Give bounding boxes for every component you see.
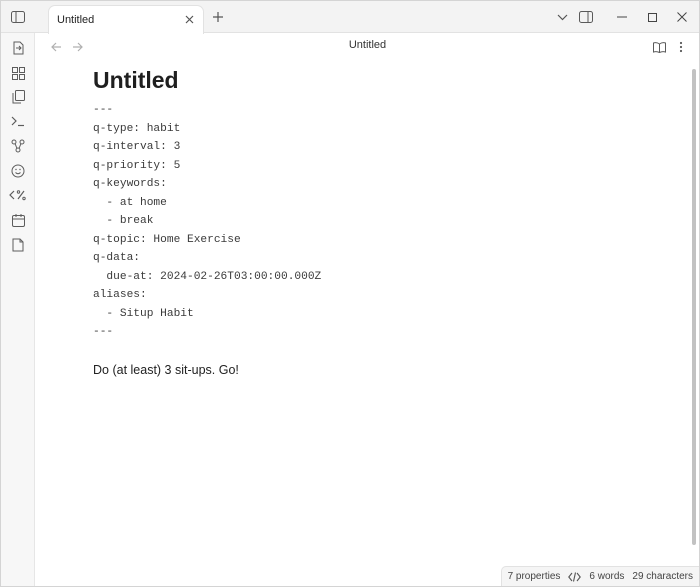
new-tab-button[interactable] <box>207 7 229 27</box>
editor-pane: Untitled Untitled --- q-type: habit q-in… <box>36 33 699 586</box>
ribbon <box>1 33 35 586</box>
frontmatter-line: q-keywords: <box>93 178 167 190</box>
frontmatter-line: aliases: <box>93 289 147 301</box>
file-switch-icon[interactable] <box>7 38 29 58</box>
terminal-icon[interactable] <box>7 111 29 131</box>
document: Untitled --- q-type: habit q-interval: 3… <box>93 67 653 379</box>
reading-view-icon[interactable] <box>650 38 668 56</box>
frontmatter-line: q-type: habit <box>93 122 181 135</box>
frontmatter-line: q-interval: 3 <box>93 141 181 153</box>
status-char-count: 29 characters <box>632 571 693 582</box>
chevron-down-icon[interactable] <box>551 7 573 27</box>
frontmatter-line: q-priority: 5 <box>93 159 181 172</box>
tab-untitled[interactable]: Untitled <box>48 5 204 34</box>
code-icon[interactable] <box>568 571 582 582</box>
right-sidebar-toggle-icon[interactable] <box>575 7 597 27</box>
sidebar-toggle-icon[interactable] <box>7 7 29 27</box>
frontmatter-line: due-at: 2024-02-26T03:00:00.000Z <box>93 270 322 283</box>
file-icon[interactable] <box>7 235 29 255</box>
smiley-icon[interactable] <box>7 161 29 181</box>
frontmatter-line: --- <box>93 104 114 116</box>
frontmatter[interactable]: --- q-type: habit q-interval: 3 q-priori… <box>93 101 653 342</box>
frontmatter-line: - Situp Habit <box>93 307 194 320</box>
status-bar: 7 properties 6 words 29 characters <box>500 566 699 586</box>
frontmatter-line: - at home <box>93 196 167 209</box>
grid-icon[interactable] <box>7 63 29 83</box>
status-word-count: 6 words <box>589 571 625 582</box>
title-bar: Untitled <box>1 1 699 34</box>
tab-title: Untitled <box>57 14 95 26</box>
window-close-icon[interactable] <box>671 7 693 27</box>
copy-icon[interactable] <box>7 87 29 107</box>
status-properties[interactable]: 7 properties <box>508 571 561 582</box>
calendar-icon[interactable] <box>7 210 29 230</box>
frontmatter-line: q-topic: Home Exercise <box>93 233 241 246</box>
more-options-icon[interactable] <box>672 38 690 56</box>
maximize-icon[interactable] <box>641 7 663 27</box>
close-icon[interactable] <box>181 11 197 27</box>
scrollbar[interactable] <box>692 69 696 545</box>
minimize-icon[interactable] <box>611 7 633 27</box>
view-header-title[interactable]: Untitled <box>36 39 699 51</box>
frontmatter-line: q-data: <box>93 252 140 264</box>
frontmatter-line: --- <box>93 326 114 338</box>
body-paragraph[interactable]: Do (at least) 3 sit-ups. Go! <box>93 361 653 379</box>
app-window: Untitled Untitled Untitled --- q-type: h… <box>0 0 700 587</box>
frontmatter-line: - break <box>93 215 154 227</box>
page-title[interactable]: Untitled <box>93 67 653 99</box>
graph-icon[interactable] <box>7 136 29 156</box>
templater-icon[interactable] <box>7 185 29 205</box>
